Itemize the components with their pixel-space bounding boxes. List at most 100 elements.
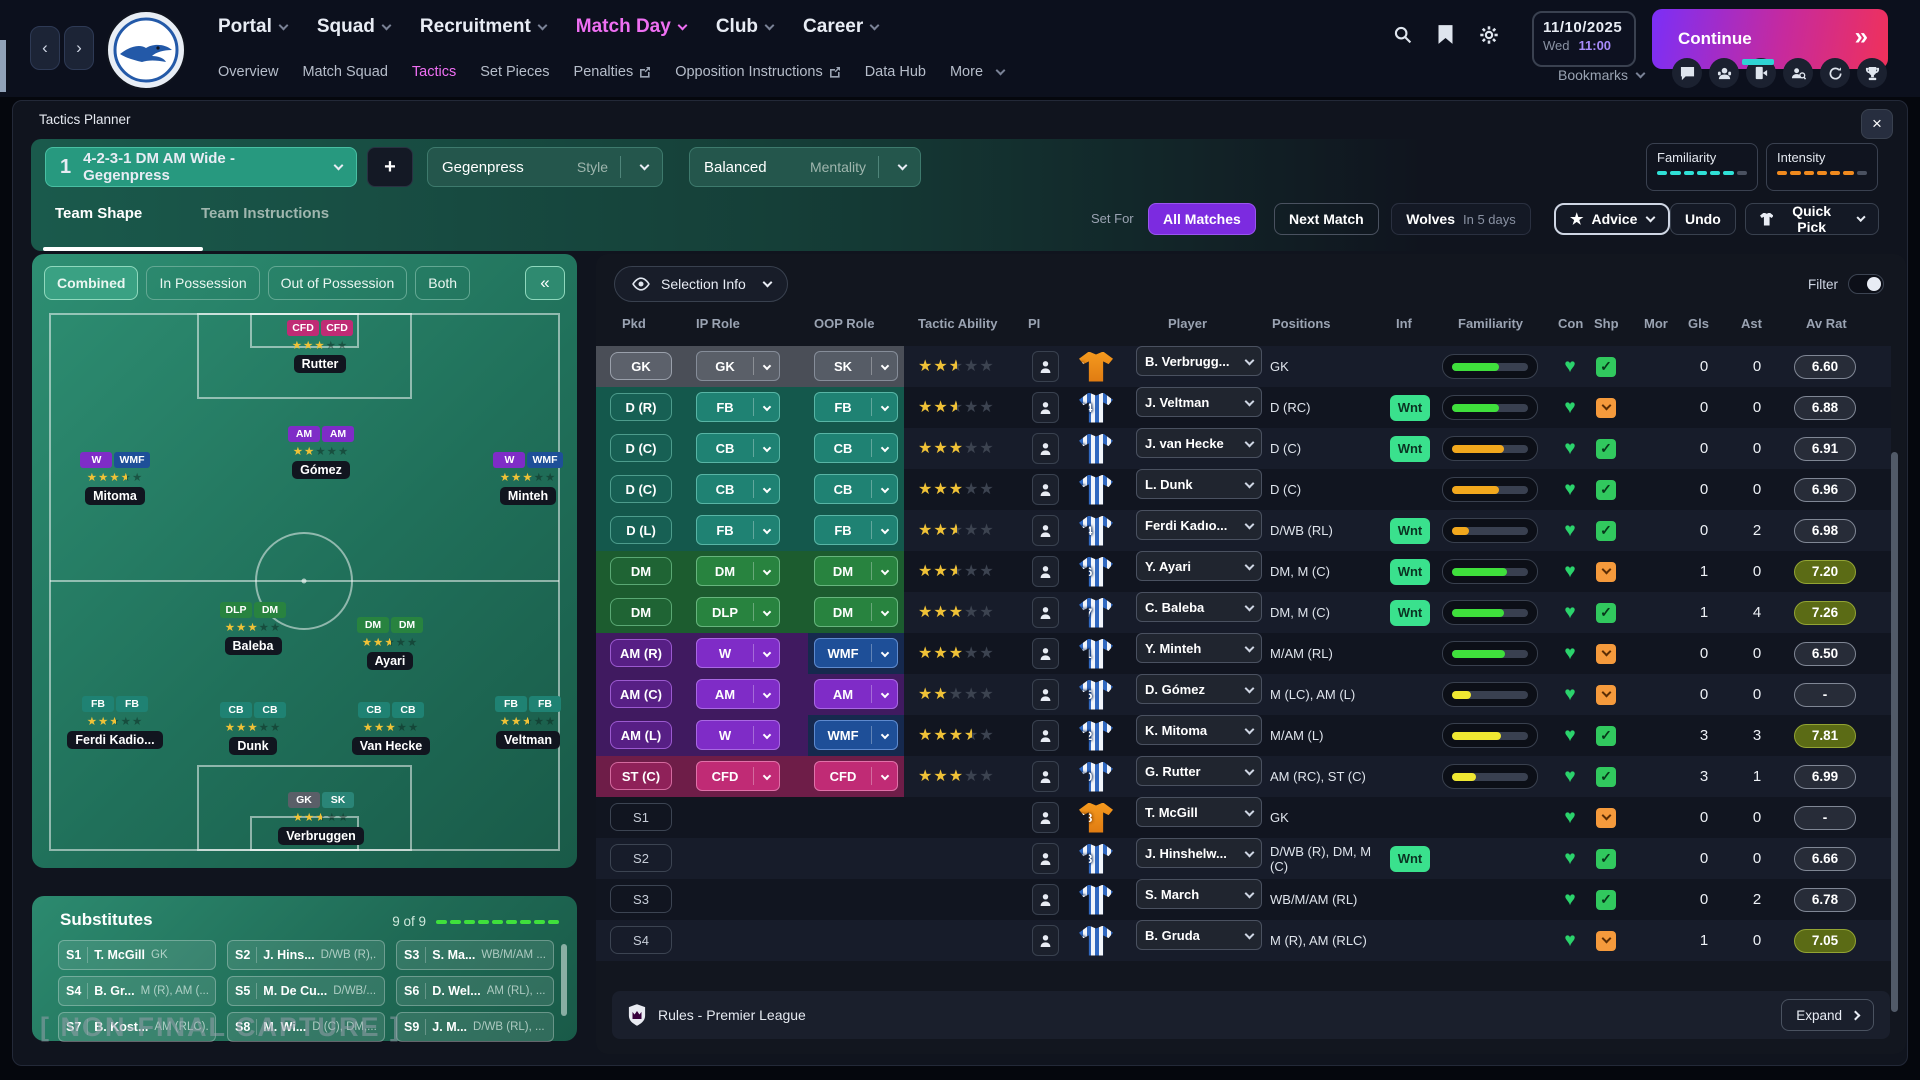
player-instructions-button[interactable] xyxy=(1032,884,1059,915)
player-dropdown[interactable]: T. McGill xyxy=(1136,797,1262,827)
player-dropdown[interactable]: Y. Minteh xyxy=(1136,633,1262,663)
pkd-pill[interactable]: S3 xyxy=(610,885,672,913)
player-dropdown[interactable]: J. Veltman xyxy=(1136,387,1262,417)
player-instructions-button[interactable] xyxy=(1032,925,1059,956)
main-nav-career[interactable]: Career xyxy=(803,16,878,38)
add-tactic-button[interactable]: + xyxy=(367,147,413,187)
sub-nav-set-pieces[interactable]: Set Pieces xyxy=(480,64,549,80)
table-row-kmitoma[interactable]: AM (L)WWMF★★★★★★22K. MitomaM/AM (L)♥✓337… xyxy=(596,715,1891,756)
player-instructions-button[interactable] xyxy=(1032,802,1059,833)
table-row-bgruda[interactable]: S48B. GrudaM (R), AM (RLC)♥107.05 xyxy=(596,920,1891,961)
search-icon[interactable] xyxy=(1392,24,1413,46)
transfer-icon[interactable] xyxy=(1746,58,1776,88)
close-icon[interactable]: × xyxy=(1861,109,1893,139)
quick-pick-dropdown[interactable]: Quick Pick xyxy=(1745,203,1879,235)
substitute-slot-s5[interactable]: S5M. De Cu...D/WB/... xyxy=(227,976,385,1006)
advice-dropdown[interactable]: ★ Advice xyxy=(1554,203,1670,235)
oop-role-dropdown[interactable]: SK xyxy=(814,351,898,381)
substitutes-scrollbar[interactable] xyxy=(561,944,567,1016)
game-date-widget[interactable]: 11/10/2025 Wed 11:00 xyxy=(1532,11,1636,67)
main-nav-squad[interactable]: Squad xyxy=(317,16,390,38)
pkd-pill[interactable]: S4 xyxy=(610,926,672,954)
player-instructions-button[interactable] xyxy=(1032,761,1059,792)
sub-nav-penalties[interactable]: Penalties xyxy=(574,64,652,80)
oop-role-dropdown[interactable]: CB xyxy=(814,433,898,463)
pkd-pill[interactable]: D (L) xyxy=(610,516,672,544)
oop-role-dropdown[interactable]: FB xyxy=(814,392,898,422)
substitute-slot-s6[interactable]: S6D. Wel...AM (RL), ... xyxy=(396,976,554,1006)
pkd-pill[interactable]: AM (L) xyxy=(610,721,672,749)
sub-nav-match-squad[interactable]: Match Squad xyxy=(302,64,387,80)
set-for-next-match-button[interactable]: Next Match xyxy=(1274,203,1379,235)
sub-nav-opposition-instructions[interactable]: Opposition Instructions xyxy=(675,64,841,80)
bookmarks-dropdown[interactable]: Bookmarks xyxy=(1558,67,1644,83)
undo-button[interactable]: Undo xyxy=(1670,203,1736,235)
ip-role-dropdown[interactable]: DM xyxy=(696,556,780,586)
pkd-pill[interactable]: GK xyxy=(610,352,672,380)
table-row-bverbrugg[interactable]: GKGKSK★★★★★★1B. Verbrugg...GK♥✓006.60 xyxy=(596,346,1891,387)
tab-team-shape[interactable]: Team Shape xyxy=(55,205,142,222)
player-instructions-button[interactable] xyxy=(1032,515,1059,546)
ip-role-dropdown[interactable]: CB xyxy=(696,433,780,463)
main-nav-portal[interactable]: Portal xyxy=(218,16,287,38)
table-row-jvanhecke[interactable]: D (C)CBCB★★★★★6J. van HeckeD (C)Wnt♥✓006… xyxy=(596,428,1891,469)
gear-icon[interactable] xyxy=(1478,24,1500,46)
pitch-filter-both[interactable]: Both xyxy=(415,266,470,300)
player-instructions-button[interactable] xyxy=(1032,351,1059,382)
pitch-player-baleba[interactable]: 17DLPDM★★★★★Baleba xyxy=(193,600,313,660)
club-crest-brighton[interactable] xyxy=(106,10,186,90)
player-dropdown[interactable]: B. Gruda xyxy=(1136,920,1262,950)
sub-nav-data-hub[interactable]: Data Hub xyxy=(865,64,926,80)
table-row-jhinshelw[interactable]: S213J. Hinshelw...D/WB (R), DM, M (C)Wnt… xyxy=(596,838,1891,879)
ip-role-dropdown[interactable]: W xyxy=(696,720,780,750)
sub-nav-tactics[interactable]: Tactics xyxy=(412,64,456,80)
substitute-slot-s9[interactable]: S9J. M...D/WB (RL), ... xyxy=(396,1012,554,1042)
pitch-filter-combined[interactable]: Combined xyxy=(44,266,138,300)
pitch-player-ferdikadio[interactable]: 24FBFB★★★★★★Ferdi Kadio... xyxy=(55,694,175,754)
pitch-filter-in-possession[interactable]: In Possession xyxy=(146,266,259,300)
player-instructions-button[interactable] xyxy=(1032,679,1059,710)
ip-role-dropdown[interactable]: FB xyxy=(696,515,780,545)
scouting-icon[interactable] xyxy=(1783,58,1813,88)
table-row-jveltman[interactable]: D (R)FBFB★★★★★★34J. VeltmanD (RC)Wnt♥006… xyxy=(596,387,1891,428)
substitute-slot-s3[interactable]: S3S. Ma...WB/M/AM ... xyxy=(396,940,554,970)
pitch-player-gmez[interactable]: 25AMAM★★★★★Gómez xyxy=(261,424,381,484)
pkd-pill[interactable]: AM (R) xyxy=(610,639,672,667)
player-dropdown[interactable]: C. Baleba xyxy=(1136,592,1262,622)
player-instructions-button[interactable] xyxy=(1032,556,1059,587)
ip-role-dropdown[interactable]: CFD xyxy=(696,761,780,791)
style-dropdown[interactable]: Gegenpress Style xyxy=(427,147,663,187)
oop-role-dropdown[interactable]: CB xyxy=(814,474,898,504)
player-dropdown[interactable]: L. Dunk xyxy=(1136,469,1262,499)
pitch-player-veltman[interactable]: 34FBFB★★★★★★Veltman xyxy=(468,694,588,754)
player-dropdown[interactable]: K. Mitoma xyxy=(1136,715,1262,745)
set-for-all-matches-button[interactable]: All Matches xyxy=(1148,203,1256,235)
table-row-grutter[interactable]: ST (C)CFDCFD★★★★★10G. RutterAM (RC), ST … xyxy=(596,756,1891,797)
player-dropdown[interactable]: J. van Hecke xyxy=(1136,428,1262,458)
ip-role-dropdown[interactable]: AM xyxy=(696,679,780,709)
pkd-pill[interactable]: D (C) xyxy=(610,434,672,462)
oop-role-dropdown[interactable]: DM xyxy=(814,597,898,627)
table-row-ferdikado[interactable]: D (L)FBFB★★★★★★24Ferdi Kadıo...D/WB (RL)… xyxy=(596,510,1891,551)
agent-icon[interactable] xyxy=(1709,58,1739,88)
pitch-player-mitoma[interactable]: 22WWMF★★★★★★Mitoma xyxy=(55,450,175,510)
history-back-button[interactable]: ‹ xyxy=(30,26,60,70)
player-instructions-button[interactable] xyxy=(1032,392,1059,423)
ip-role-dropdown[interactable]: CB xyxy=(696,474,780,504)
selection-info-dropdown[interactable]: Selection Info xyxy=(614,266,788,302)
ip-role-dropdown[interactable]: W xyxy=(696,638,780,668)
player-dropdown[interactable]: J. Hinshelw... xyxy=(1136,838,1262,868)
pitch-player-ayari[interactable]: 26DMDM★★★★★★Ayari xyxy=(330,615,450,675)
player-instructions-button[interactable] xyxy=(1032,597,1059,628)
trophy-icon[interactable] xyxy=(1857,58,1887,88)
substitute-slot-s4[interactable]: S4B. Gr...M (R), AM (... xyxy=(58,976,216,1006)
oop-role-dropdown[interactable]: CFD xyxy=(814,761,898,791)
player-instructions-button[interactable] xyxy=(1032,843,1059,874)
pkd-pill[interactable]: S2 xyxy=(610,844,672,872)
table-row-yayari[interactable]: DMDMDM★★★★★★26Y. AyariDM, M (C)Wnt♥107.2… xyxy=(596,551,1891,592)
oop-role-dropdown[interactable]: FB xyxy=(814,515,898,545)
collapse-panel-button[interactable]: « xyxy=(525,266,565,300)
pitch-filter-out-of-possession[interactable]: Out of Possession xyxy=(268,266,408,300)
tab-team-instructions[interactable]: Team Instructions xyxy=(201,205,329,222)
player-dropdown[interactable]: D. Gómez xyxy=(1136,674,1262,704)
